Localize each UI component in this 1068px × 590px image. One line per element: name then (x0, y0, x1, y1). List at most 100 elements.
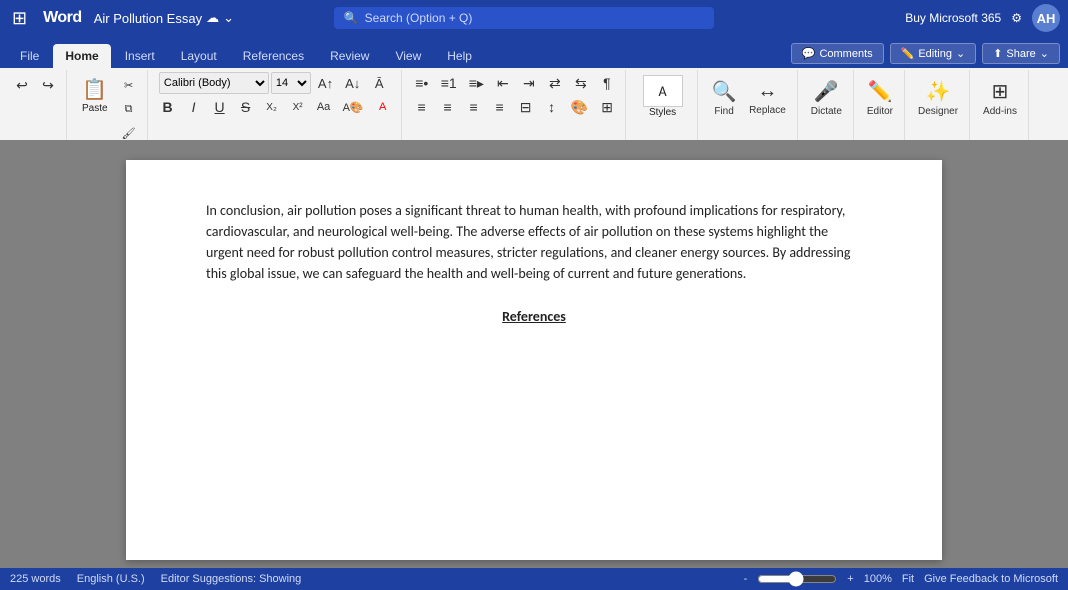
designer-icon: ✨ (926, 79, 951, 104)
cut-button[interactable]: ✂ (117, 74, 141, 96)
font-name-select[interactable]: Calibri (Body) (159, 72, 269, 94)
tab-insert[interactable]: Insert (113, 44, 167, 68)
font-color-button[interactable]: A (371, 96, 395, 118)
search-box[interactable]: 🔍 Search (Option + Q) (334, 7, 714, 29)
highlight-color-button[interactable]: A🎨 (338, 96, 369, 118)
avatar[interactable]: AH (1032, 4, 1060, 32)
search-icon: 🔍 (344, 11, 359, 25)
settings-icon[interactable]: ⚙ (1011, 11, 1022, 25)
rtl-button[interactable]: ⇆ (569, 72, 593, 94)
subscript-button[interactable]: X₂ (260, 96, 284, 118)
replace-button[interactable]: ↔ Replace (744, 72, 791, 124)
doc-title-text: Air Pollution Essay (94, 11, 202, 26)
undo-button[interactable]: ↩ (10, 74, 34, 96)
cloud-save-icon[interactable]: ☁ (206, 10, 219, 26)
paste-icon: 📋 (82, 77, 107, 102)
copy-button[interactable]: ⧉ (117, 98, 141, 120)
column-button[interactable]: ⊟ (514, 96, 538, 118)
styles-button[interactable]: A Styles (637, 72, 689, 121)
zoom-out-button[interactable]: - (744, 573, 748, 585)
align-justify-button[interactable]: ≡ (488, 96, 512, 118)
styles-preview-box: A (643, 75, 683, 107)
editing-chevron-icon: ⌄ (956, 47, 965, 60)
ribbon-actions: 💬 Comments ✏️ Editing ⌄ ⬆ Share ⌄ (791, 43, 1060, 68)
zoom-slider[interactable] (757, 571, 837, 587)
ribbon-tabs: File Home Insert Layout References Revie… (0, 36, 1068, 68)
show-formatting-button[interactable]: ¶ (595, 72, 619, 94)
doc-title-area: Air Pollution Essay ☁ ⌄ (94, 10, 234, 26)
increase-font-button[interactable]: A↑ (313, 72, 338, 94)
styles-label: Styles (649, 107, 676, 118)
feedback-link[interactable]: Give Feedback to Microsoft (924, 573, 1058, 585)
editing-button[interactable]: ✏️ Editing ⌄ (890, 43, 977, 64)
statusbar: 225 words English (U.S.) Editor Suggesti… (0, 568, 1068, 590)
underline-button[interactable]: U (208, 96, 232, 118)
increase-indent-button[interactable]: ⇥ (517, 72, 541, 94)
font-size-select[interactable]: 14 (271, 72, 311, 94)
align-right-button[interactable]: ≡ (462, 96, 486, 118)
conclusion-paragraph: In conclusion, air pollution poses a sig… (206, 200, 862, 284)
comments-button[interactable]: 💬 Comments (791, 43, 884, 64)
language: English (U.S.) (77, 573, 145, 585)
bullets-button[interactable]: ≡• (410, 72, 434, 94)
share-button[interactable]: ⬆ Share ⌄ (982, 43, 1060, 64)
fit-button[interactable]: Fit (902, 573, 914, 585)
paste-label: Paste (82, 103, 108, 114)
tab-view[interactable]: View (383, 44, 433, 68)
addins-button[interactable]: ⊞ Add-ins (978, 72, 1022, 124)
titlebar: ⊞ Word Air Pollution Essay ☁ ⌄ 🔍 Search … (0, 0, 1068, 36)
borders-button[interactable]: ⊞ (595, 96, 619, 118)
decrease-font-button[interactable]: A↓ (340, 72, 365, 94)
waffle-icon[interactable]: ⊞ (8, 4, 31, 33)
superscript-button[interactable]: X² (286, 96, 310, 118)
replace-icon: ↔ (757, 80, 777, 103)
comment-icon: 💬 (802, 47, 816, 60)
tab-home[interactable]: Home (53, 44, 110, 68)
line-spacing-button[interactable]: ↕ (540, 96, 564, 118)
dictate-button[interactable]: 🎤 Dictate (806, 72, 847, 124)
document-area[interactable]: In conclusion, air pollution poses a sig… (0, 140, 1068, 568)
tab-layout[interactable]: Layout (169, 44, 229, 68)
shading-button[interactable]: 🎨 (566, 96, 593, 118)
decrease-indent-button[interactable]: ⇤ (491, 72, 515, 94)
strikethrough-button[interactable]: S (234, 96, 258, 118)
references-heading: References (206, 308, 862, 325)
paste-button[interactable]: 📋 Paste (75, 74, 115, 144)
tab-help[interactable]: Help (435, 44, 484, 68)
zoom-in-button[interactable]: + (847, 573, 853, 585)
share-icon: ⬆ (993, 47, 1002, 60)
search-placeholder: Search (Option + Q) (365, 11, 473, 25)
italic-button[interactable]: I (182, 96, 206, 118)
zoom-level: 100% (864, 573, 892, 585)
multilevel-list-button[interactable]: ≡▸ (464, 72, 489, 94)
microphone-icon: 🎤 (814, 79, 839, 104)
share-chevron-icon: ⌄ (1040, 47, 1049, 60)
ltr-button[interactable]: ⇄ (543, 72, 567, 94)
app-name: Word (39, 9, 86, 27)
redo-button[interactable]: ↪ (36, 74, 60, 96)
editor-button[interactable]: ✏️ Editor (862, 72, 898, 124)
pencil-icon: ✏️ (901, 47, 915, 60)
addins-icon: ⊞ (992, 79, 1009, 104)
tab-file[interactable]: File (8, 44, 51, 68)
find-button[interactable]: 🔍 Find (706, 72, 742, 124)
find-icon: 🔍 (712, 79, 737, 104)
numbering-button[interactable]: ≡1 (436, 72, 462, 94)
tab-references[interactable]: References (231, 44, 316, 68)
document-page: In conclusion, air pollution poses a sig… (126, 160, 942, 560)
title-chevron-icon[interactable]: ⌄ (223, 10, 234, 26)
align-left-button[interactable]: ≡ (410, 96, 434, 118)
bold-button[interactable]: B (156, 96, 180, 118)
word-count: 225 words (10, 573, 61, 585)
designer-button[interactable]: ✨ Designer (913, 72, 963, 124)
clipboard-mini-buttons: ✂ ⧉ 🖌 (117, 74, 141, 144)
align-center-button[interactable]: ≡ (436, 96, 460, 118)
editor-icon: ✏️ (868, 79, 893, 104)
buy-microsoft-link[interactable]: Buy Microsoft 365 (905, 11, 1001, 25)
titlebar-right: Buy Microsoft 365 ⚙ AH (905, 4, 1060, 32)
text-case-button[interactable]: Aa (312, 96, 336, 118)
clear-formatting-button[interactable]: Ā (367, 72, 391, 94)
tab-review[interactable]: Review (318, 44, 381, 68)
statusbar-right: - + 100% Fit Give Feedback to Microsoft (744, 571, 1058, 587)
editor-status: Editor Suggestions: Showing (161, 573, 302, 585)
